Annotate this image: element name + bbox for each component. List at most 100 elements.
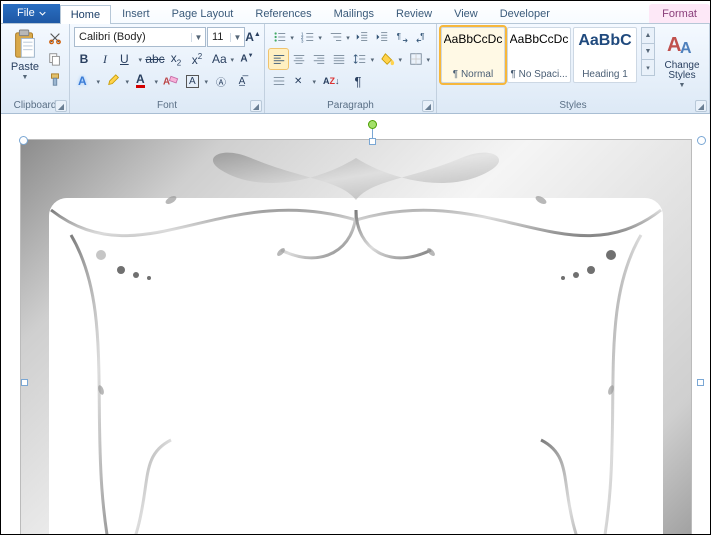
format-painter-button[interactable]: [45, 70, 65, 89]
paste-label: Paste: [11, 61, 39, 73]
decrease-indent-button[interactable]: [353, 27, 372, 47]
enclose-characters-button[interactable]: Ⓐ: [211, 71, 231, 91]
tab-format[interactable]: Format: [651, 4, 708, 23]
chevron-down-icon: ▾: [312, 78, 316, 86]
paint-bucket-icon: [381, 52, 395, 66]
tab-view[interactable]: View: [443, 4, 489, 23]
resize-handle-mr[interactable]: [697, 379, 704, 386]
phonetic-icon: A̲̅: [239, 76, 246, 87]
change-styles-label: Change Styles: [663, 61, 701, 81]
gallery-scroll-up[interactable]: ▲: [641, 27, 655, 44]
chevron-down-icon: ▾: [125, 78, 129, 86]
ltr-icon: ¶: [395, 30, 409, 44]
superscript-button[interactable]: x2: [187, 49, 207, 69]
clipboard-dialog-launcher[interactable]: ◢: [55, 100, 67, 112]
font-size-combo[interactable]: 11 ▼: [207, 27, 245, 47]
strikethrough-button[interactable]: abc: [145, 49, 165, 69]
cut-button[interactable]: [45, 29, 65, 48]
gallery-expand[interactable]: ▾: [641, 59, 655, 76]
align-center-button[interactable]: [289, 49, 308, 69]
contextual-tab-group: Format: [649, 4, 710, 23]
paste-button[interactable]: Paste ▼: [5, 27, 45, 89]
shrink-font-button[interactable]: A▼: [237, 49, 257, 69]
rtl-button[interactable]: ¶: [413, 27, 432, 47]
rotation-handle[interactable]: [368, 120, 377, 129]
paragraph-dialog-launcher[interactable]: ◢: [422, 100, 434, 112]
tab-mailings[interactable]: Mailings: [323, 4, 385, 23]
style-name: ¶ Normal: [453, 69, 493, 80]
change-case-button[interactable]: Aa▾: [208, 49, 236, 69]
change-styles-icon: AA: [667, 29, 697, 61]
styles-dialog-launcher[interactable]: ◢: [695, 100, 707, 112]
justify-button[interactable]: [329, 49, 348, 69]
style-item-1[interactable]: AaBbCcDc¶ No Spaci...: [507, 27, 571, 83]
change-case-icon: Aa: [212, 52, 227, 66]
grow-font-button[interactable]: A▲: [246, 27, 260, 47]
subscript-button[interactable]: x2: [166, 49, 186, 69]
distribute-icon: [272, 74, 286, 88]
style-item-2[interactable]: AaBbCHeading 1: [573, 27, 637, 83]
font-name-combo[interactable]: Calibri (Body) ▼: [74, 27, 206, 47]
style-item-0[interactable]: AaBbCcDc¶ Normal: [441, 27, 505, 83]
numbering-button[interactable]: 123▾: [297, 27, 324, 47]
scissors-icon: [48, 31, 62, 45]
superscript-icon: x2: [192, 52, 202, 67]
chevron-down-icon: ▾: [138, 56, 142, 64]
change-styles-button[interactable]: AA Change Styles ▼: [659, 27, 705, 91]
tab-page-layout[interactable]: Page Layout: [161, 4, 245, 23]
subscript-icon: x2: [171, 51, 181, 67]
italic-button[interactable]: I: [95, 49, 115, 69]
underline-button[interactable]: U▾: [116, 49, 144, 69]
increase-indent-button[interactable]: [373, 27, 392, 47]
tab-developer[interactable]: Developer: [489, 4, 561, 23]
resize-handle-tr[interactable]: [697, 136, 706, 145]
justify-icon: [332, 52, 346, 66]
bold-button[interactable]: B: [74, 49, 94, 69]
multilevel-list-button[interactable]: ▾: [325, 27, 352, 47]
font-color-button[interactable]: A▾: [132, 71, 160, 91]
character-border-button[interactable]: A▾: [182, 71, 210, 91]
bullets-button[interactable]: ▾: [269, 27, 296, 47]
chevron-down-icon: ▾: [96, 78, 100, 86]
grow-font-icon: A▲: [245, 30, 261, 44]
line-spacing-button[interactable]: ▾: [349, 49, 376, 69]
show-marks-button[interactable]: ¶: [348, 71, 368, 91]
copy-icon: [48, 52, 62, 66]
file-tab[interactable]: File: [3, 4, 60, 23]
resize-handle-tm[interactable]: [369, 138, 376, 145]
borders-button[interactable]: ▾: [405, 49, 432, 69]
chevron-down-icon: ▾: [346, 34, 350, 42]
tab-review[interactable]: Review: [385, 4, 443, 23]
align-left-button[interactable]: [269, 49, 288, 69]
tab-insert[interactable]: Insert: [111, 4, 161, 23]
align-left-icon: [272, 52, 286, 66]
selected-picture[interactable]: [21, 140, 691, 534]
asian-layout-button[interactable]: ✕▾: [290, 71, 318, 91]
distributed-button[interactable]: [269, 71, 289, 91]
font-dialog-launcher[interactable]: ◢: [250, 100, 262, 112]
ribbon: Paste ▼ Clipboard ◢ Calibri (Body): [1, 24, 710, 114]
line-spacing-icon: [353, 52, 367, 66]
group-label-font: Font: [70, 99, 264, 113]
chevron-down-icon: ▾: [154, 78, 158, 86]
numbering-icon: 123: [301, 30, 315, 44]
align-right-button[interactable]: [309, 49, 328, 69]
resize-handle-tl[interactable]: [19, 136, 28, 145]
copy-button[interactable]: [45, 50, 65, 69]
highlight-icon: [107, 74, 121, 88]
chevron-down-icon: [39, 10, 46, 17]
document-canvas[interactable]: [1, 114, 710, 534]
resize-handle-ml[interactable]: [21, 379, 28, 386]
text-effects-icon: A: [78, 74, 87, 88]
ltr-button[interactable]: ¶: [393, 27, 412, 47]
shading-button[interactable]: ▾: [377, 49, 404, 69]
clear-formatting-button[interactable]: A: [161, 71, 181, 91]
highlight-button[interactable]: ▾: [103, 71, 131, 91]
svg-text:¶: ¶: [421, 32, 425, 41]
sort-button[interactable]: AZ↓: [319, 71, 347, 91]
tab-references[interactable]: References: [244, 4, 322, 23]
gallery-scroll-down[interactable]: ▼: [641, 43, 655, 60]
text-effects-button[interactable]: A▾: [74, 71, 102, 91]
tab-home[interactable]: Home: [60, 5, 111, 24]
phonetic-guide-button[interactable]: A̲̅: [232, 71, 252, 91]
